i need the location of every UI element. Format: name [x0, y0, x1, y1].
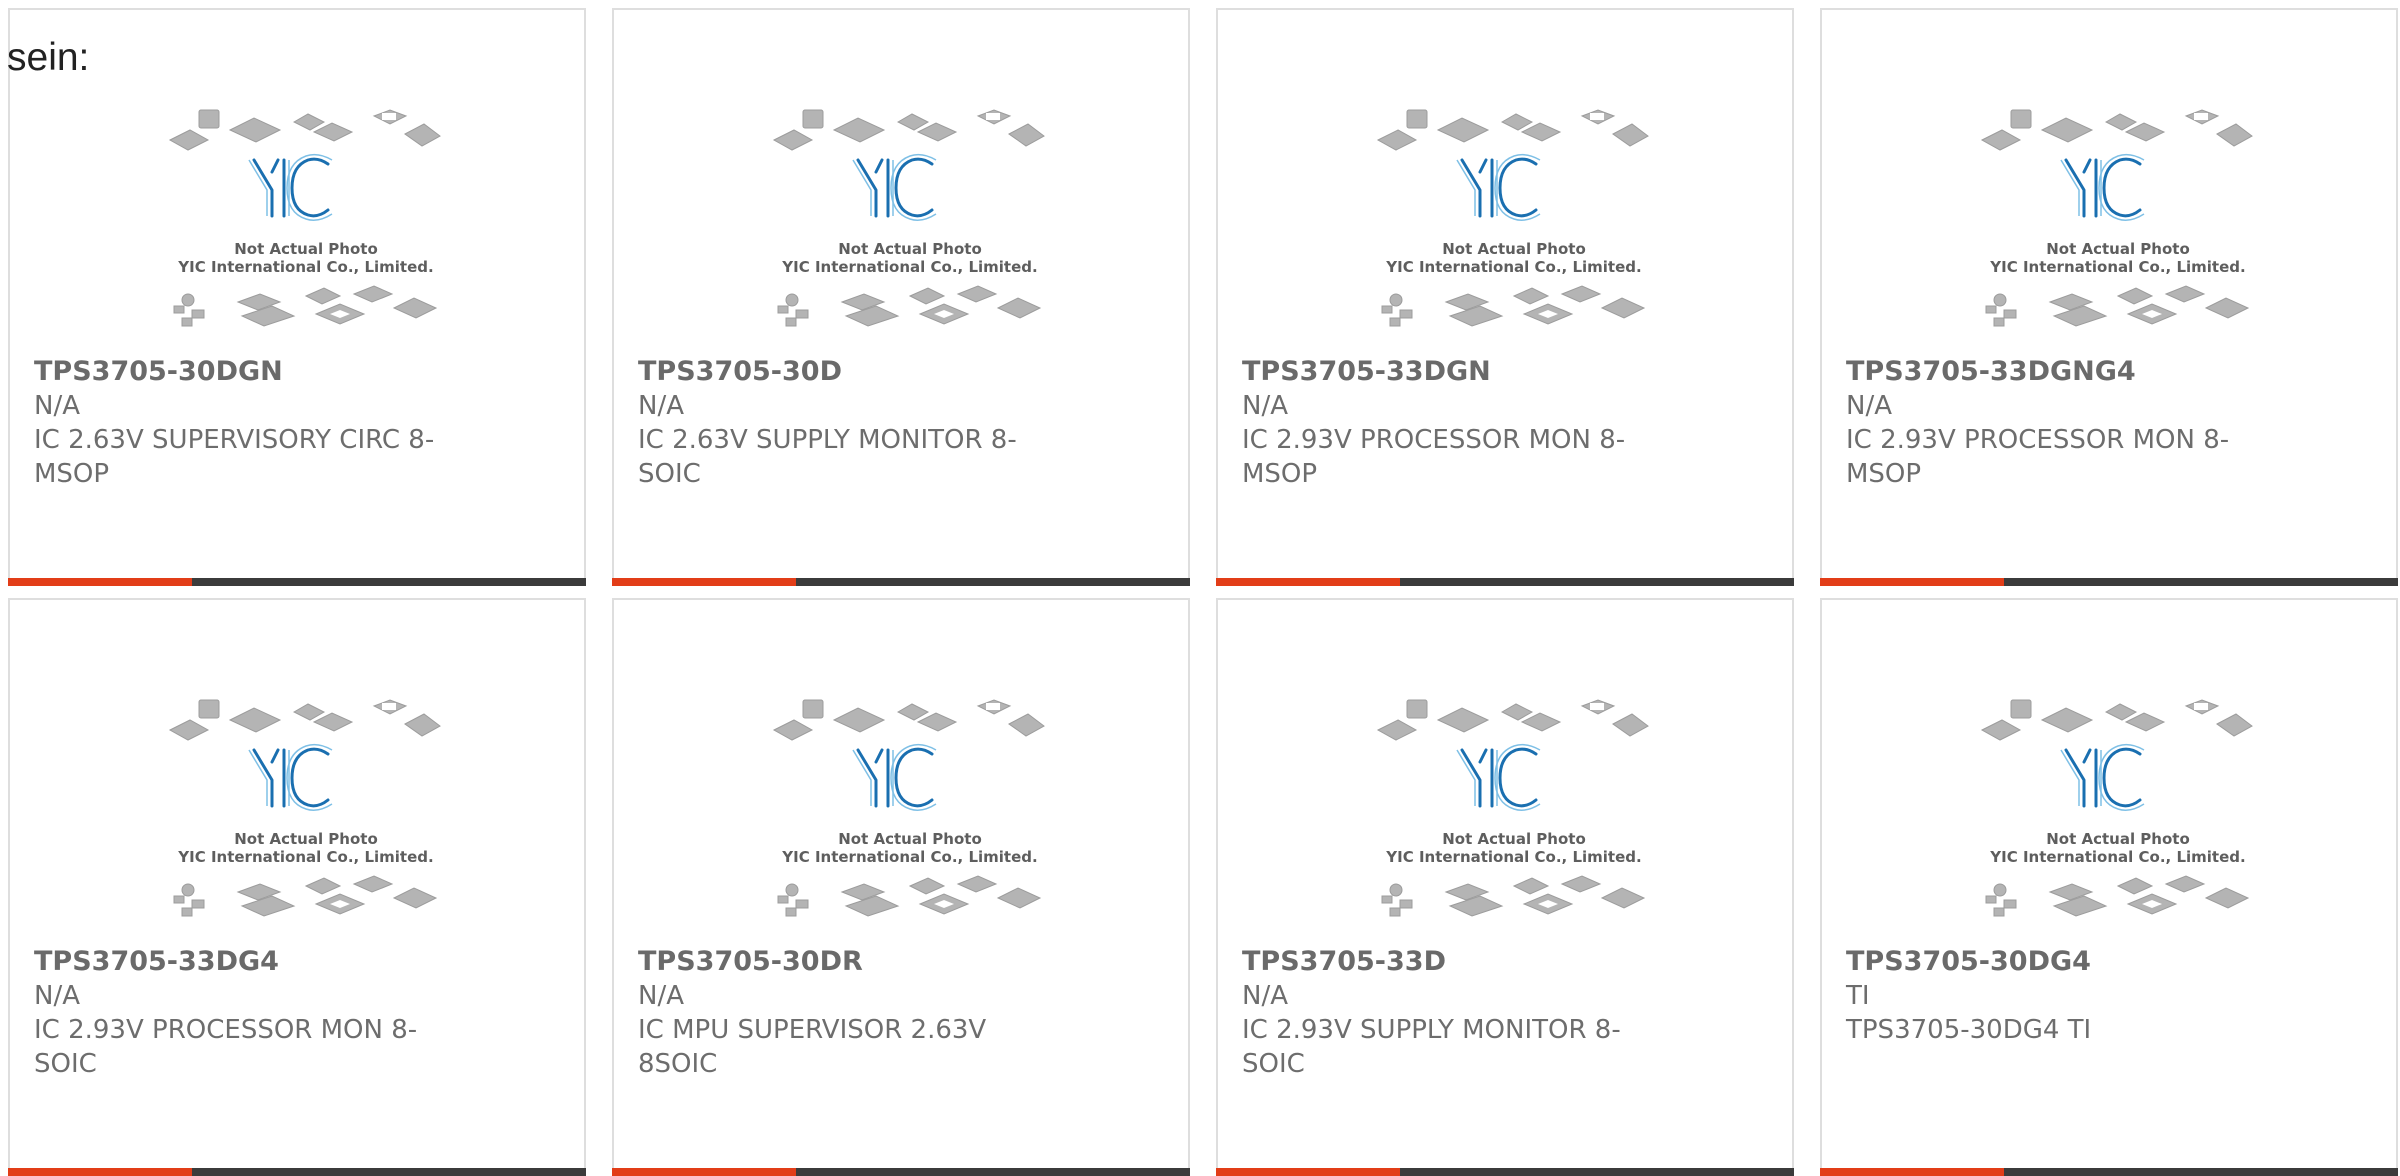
product-info: TPS3705-30DR N/A IC MPU SUPERVISOR 2.63V… [638, 945, 1068, 1081]
manufacturer-label: N/A [34, 981, 80, 1011]
card-bottom-bar [8, 1168, 586, 1176]
card-bottom-bar [612, 578, 1190, 586]
caption-company: YIC International Co., Limited. [1989, 848, 2245, 866]
product-description: TPS3705-30DG4 TI [1846, 1015, 2092, 1045]
card-bottom-bar [1820, 578, 2398, 586]
not-actual-photo-image: Not Actual Photo YIC International Co., … [168, 692, 444, 942]
product-info: TPS3705-30DGN N/A IC 2.63V SUPERVISORY C… [34, 355, 464, 491]
product-grid: Not Actual Photo YIC International Co., … [0, 0, 2400, 1176]
card-bottom-bar [8, 578, 586, 586]
caption-not-actual-photo: Not Actual Photo [234, 240, 378, 258]
not-actual-photo-image: Not Actual Photo YIC International Co., … [772, 692, 1048, 942]
card-accent-bar [1820, 578, 2004, 586]
caption-company: YIC International Co., Limited. [1385, 258, 1641, 276]
card-accent-bar [1216, 1168, 1400, 1176]
manufacturer-label: N/A [1846, 391, 1892, 421]
not-actual-photo-image: Not Actual Photo YIC International Co., … [168, 102, 444, 352]
product-card[interactable]: Not Actual Photo YIC International Co., … [1820, 8, 2398, 586]
part-number-link[interactable]: TPS3705-33DG4 [34, 945, 464, 979]
card-accent-bar [612, 578, 796, 586]
product-description: IC 2.93V PROCESSOR MON 8- MSOP [1846, 425, 2230, 489]
caption-not-actual-photo: Not Actual Photo [1442, 240, 1586, 258]
product-description: IC 2.63V SUPERVISORY CIRC 8- MSOP [34, 425, 435, 489]
product-description: IC 2.63V SUPPLY MONITOR 8- SOIC [638, 425, 1017, 489]
card-accent-bar [8, 1168, 192, 1176]
card-accent-bar [1820, 1168, 2004, 1176]
manufacturer-label: N/A [638, 981, 684, 1011]
product-info: TPS3705-33D N/A IC 2.93V SUPPLY MONITOR … [1242, 945, 1672, 1081]
part-number-link[interactable]: TPS3705-33DGN [1242, 355, 1672, 389]
caption-not-actual-photo: Not Actual Photo [2046, 830, 2190, 848]
manufacturer-label: N/A [1242, 391, 1288, 421]
not-actual-photo-image: Not Actual Photo YIC International Co., … [1980, 692, 2256, 942]
product-card[interactable]: Not Actual Photo YIC International Co., … [8, 8, 586, 586]
caption-company: YIC International Co., Limited. [177, 848, 433, 866]
manufacturer-label: TI [1846, 981, 1870, 1011]
card-accent-bar [8, 578, 192, 586]
caption-not-actual-photo: Not Actual Photo [1442, 830, 1586, 848]
caption-company: YIC International Co., Limited. [781, 848, 1037, 866]
part-number-link[interactable]: TPS3705-30DR [638, 945, 1068, 979]
not-actual-photo-image: Not Actual Photo YIC International Co., … [1376, 692, 1652, 942]
card-accent-bar [1216, 578, 1400, 586]
caption-not-actual-photo: Not Actual Photo [234, 830, 378, 848]
caption-not-actual-photo: Not Actual Photo [838, 830, 982, 848]
caption-company: YIC International Co., Limited. [177, 258, 433, 276]
manufacturer-label: N/A [638, 391, 684, 421]
product-card[interactable]: Not Actual Photo YIC International Co., … [1820, 598, 2398, 1176]
manufacturer-label: N/A [34, 391, 80, 421]
product-info: TPS3705-30DG4 TI TPS3705-30DG4 TI [1846, 945, 2276, 1047]
product-card[interactable]: Not Actual Photo YIC International Co., … [1216, 8, 1794, 586]
product-info: TPS3705-30D N/A IC 2.63V SUPPLY MONITOR … [638, 355, 1068, 491]
not-actual-photo-image: Not Actual Photo YIC International Co., … [772, 102, 1048, 352]
card-bottom-bar [1216, 578, 1794, 586]
part-number-link[interactable]: TPS3705-30DGN [34, 355, 464, 389]
card-bottom-bar [1216, 1168, 1794, 1176]
part-number-link[interactable]: TPS3705-30D [638, 355, 1068, 389]
caption-company: YIC International Co., Limited. [1989, 258, 2245, 276]
caption-not-actual-photo: Not Actual Photo [838, 240, 982, 258]
caption-company: YIC International Co., Limited. [1385, 848, 1641, 866]
card-bottom-bar [1820, 1168, 2398, 1176]
product-card[interactable]: Not Actual Photo YIC International Co., … [1216, 598, 1794, 1176]
not-actual-photo-image: Not Actual Photo YIC International Co., … [1376, 102, 1652, 352]
product-card[interactable]: Not Actual Photo YIC International Co., … [612, 8, 1190, 586]
card-accent-bar [612, 1168, 796, 1176]
card-bottom-bar [612, 1168, 1190, 1176]
prefix-text: sein: [7, 36, 90, 79]
product-description: IC 2.93V SUPPLY MONITOR 8- SOIC [1242, 1015, 1621, 1079]
caption-not-actual-photo: Not Actual Photo [2046, 240, 2190, 258]
product-info: TPS3705-33DGNG4 N/A IC 2.93V PROCESSOR M… [1846, 355, 2276, 491]
product-info: TPS3705-33DGN N/A IC 2.93V PROCESSOR MON… [1242, 355, 1672, 491]
product-card[interactable]: Not Actual Photo YIC International Co., … [612, 598, 1190, 1176]
part-number-link[interactable]: TPS3705-30DG4 [1846, 945, 2276, 979]
manufacturer-label: N/A [1242, 981, 1288, 1011]
not-actual-photo-image: Not Actual Photo YIC International Co., … [1980, 102, 2256, 352]
product-description: IC 2.93V PROCESSOR MON 8- MSOP [1242, 425, 1626, 489]
product-description: IC 2.93V PROCESSOR MON 8- SOIC [34, 1015, 418, 1079]
product-info: TPS3705-33DG4 N/A IC 2.93V PROCESSOR MON… [34, 945, 464, 1081]
product-description: IC MPU SUPERVISOR 2.63V 8SOIC [638, 1015, 987, 1079]
product-card[interactable]: Not Actual Photo YIC International Co., … [8, 598, 586, 1176]
part-number-link[interactable]: TPS3705-33DGNG4 [1846, 355, 2276, 389]
part-number-link[interactable]: TPS3705-33D [1242, 945, 1672, 979]
caption-company: YIC International Co., Limited. [781, 258, 1037, 276]
